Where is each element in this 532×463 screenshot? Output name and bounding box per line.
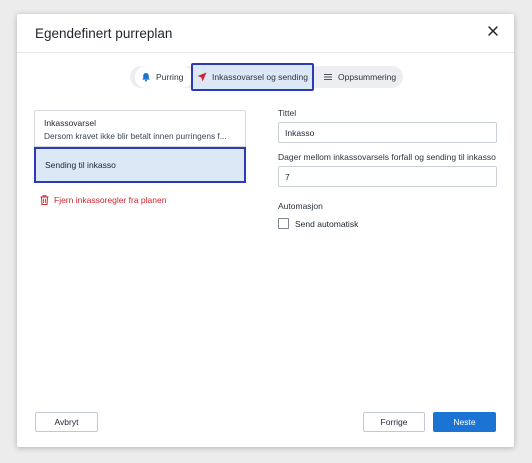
tab-inkasso-label: Inkassovarsel og sending [212,72,308,82]
close-icon [488,26,498,36]
title-input[interactable]: Inkasso [278,122,497,143]
tab-inkassovarsel-og-sending[interactable]: Inkassovarsel og sending [191,63,314,91]
send-automatically-label: Send automatisk [295,218,359,229]
list-item-inkassovarsel[interactable]: Inkassovarsel Dersom kravet ikke blir be… [34,110,246,147]
custom-reminder-plan-dialog: Egendefinert purreplan Purring Inkassova… [17,14,514,447]
list-icon [324,74,332,80]
dialog-title: Egendefinert purreplan [35,26,173,41]
list-item-title: Sending til inkasso [45,160,116,170]
send-automatically-checkbox[interactable] [278,218,289,229]
send-automatically-option[interactable]: Send automatisk [278,218,358,229]
remove-collection-rules-link[interactable]: Fjern inkassoregler fra planen [40,195,166,205]
step-tabs: Purring Inkassovarsel og sending Oppsumm… [130,63,403,91]
bell-icon [142,73,150,82]
tab-oppsummering-label: Oppsummering [338,72,397,82]
send-arrow-icon [197,72,207,82]
days-input[interactable]: 7 [278,166,497,187]
remove-link-label: Fjern inkassoregler fra planen [54,195,167,205]
title-label: Tittel [278,108,297,118]
tab-oppsummering[interactable]: Oppsummering [320,66,403,88]
rule-list: Inkassovarsel Dersom kravet ikke blir be… [34,110,246,183]
previous-button[interactable]: Forrige [363,412,425,432]
list-item-subtitle: Dersom kravet ikke blir betalt innen pur… [44,131,227,141]
tab-purring-label: Purring [156,72,184,82]
list-item-sending-til-inkasso[interactable]: Sending til inkasso [34,147,246,183]
dialog-header: Egendefinert purreplan [17,14,514,53]
days-label: Dager mellom inkassovarsels forfall og s… [278,152,496,162]
close-button[interactable] [486,24,500,38]
automation-label: Automasjon [278,201,323,211]
list-item-title: Inkassovarsel [44,118,96,128]
cancel-button[interactable]: Avbryt [35,412,98,432]
next-button[interactable]: Neste [433,412,496,432]
trash-icon [40,195,49,205]
tab-purring[interactable]: Purring [135,66,193,88]
